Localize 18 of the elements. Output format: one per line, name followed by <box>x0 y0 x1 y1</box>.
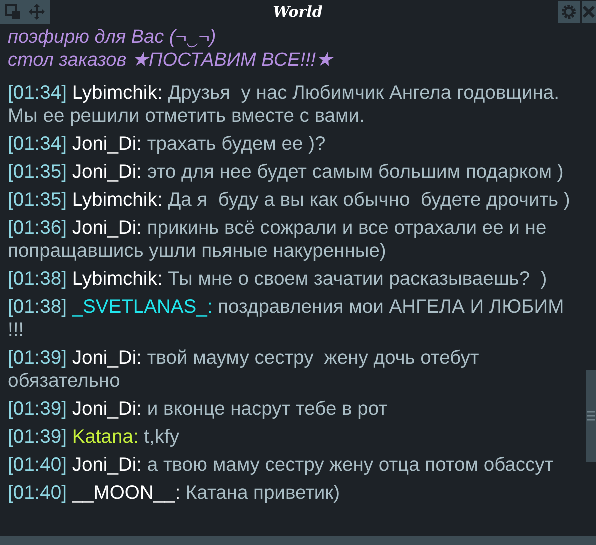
chat-message: [01:35] Lybimchik: Да я буду а вы как обычно будете дрочить ) <box>8 189 572 212</box>
chat-message: [01:39] Katana: t,kfy <box>8 426 181 449</box>
chat-message: [01:35] Joni_Di: это для нее будет самым большим подарком ) <box>8 161 565 184</box>
chat-input-bar[interactable] <box>0 536 596 545</box>
chat-message: [01:40] Joni_Di: а твою маму сестру жену отца потом обассут <box>8 454 555 477</box>
settings-icon[interactable] <box>558 1 580 23</box>
window-title: World <box>273 3 323 21</box>
chat-message: [01:40] __MOON__: Катана приветик) <box>8 482 342 505</box>
notice-line: поэфирю для Вас (¬‿¬) <box>8 26 218 49</box>
chat-message: [01:34] Lybimchik: Друзья у нас Любимчик Ангела годовщина. Мы ее решили отметить вместе с вами. <box>8 82 560 128</box>
chat-message: [01:36] Joni_Di: прикинь всё сожрали и все отрахали ее и не попращавшись ушли пьяные накуренные) <box>8 217 548 263</box>
chat-message: [01:34] Joni_Di: трахать будем ее )? <box>8 133 327 156</box>
notice-line: стол заказов ★ПОСТАВИМ ВСЕ!!!★ <box>8 49 335 72</box>
chat-message: [01:38] Lybimchik: Ты мне о своем зачатии расказываешь? ) <box>8 268 548 291</box>
chat-message: [01:38] _SVETLANAS_: поздравления мои АНГЕЛА И ЛЮБИМ !!! <box>8 296 566 342</box>
scrollbar-thumb[interactable] <box>586 370 596 462</box>
chat-message: [01:39] Joni_Di: и вконце насрут тебе в рот <box>8 398 388 421</box>
close-icon[interactable] <box>582 1 596 23</box>
